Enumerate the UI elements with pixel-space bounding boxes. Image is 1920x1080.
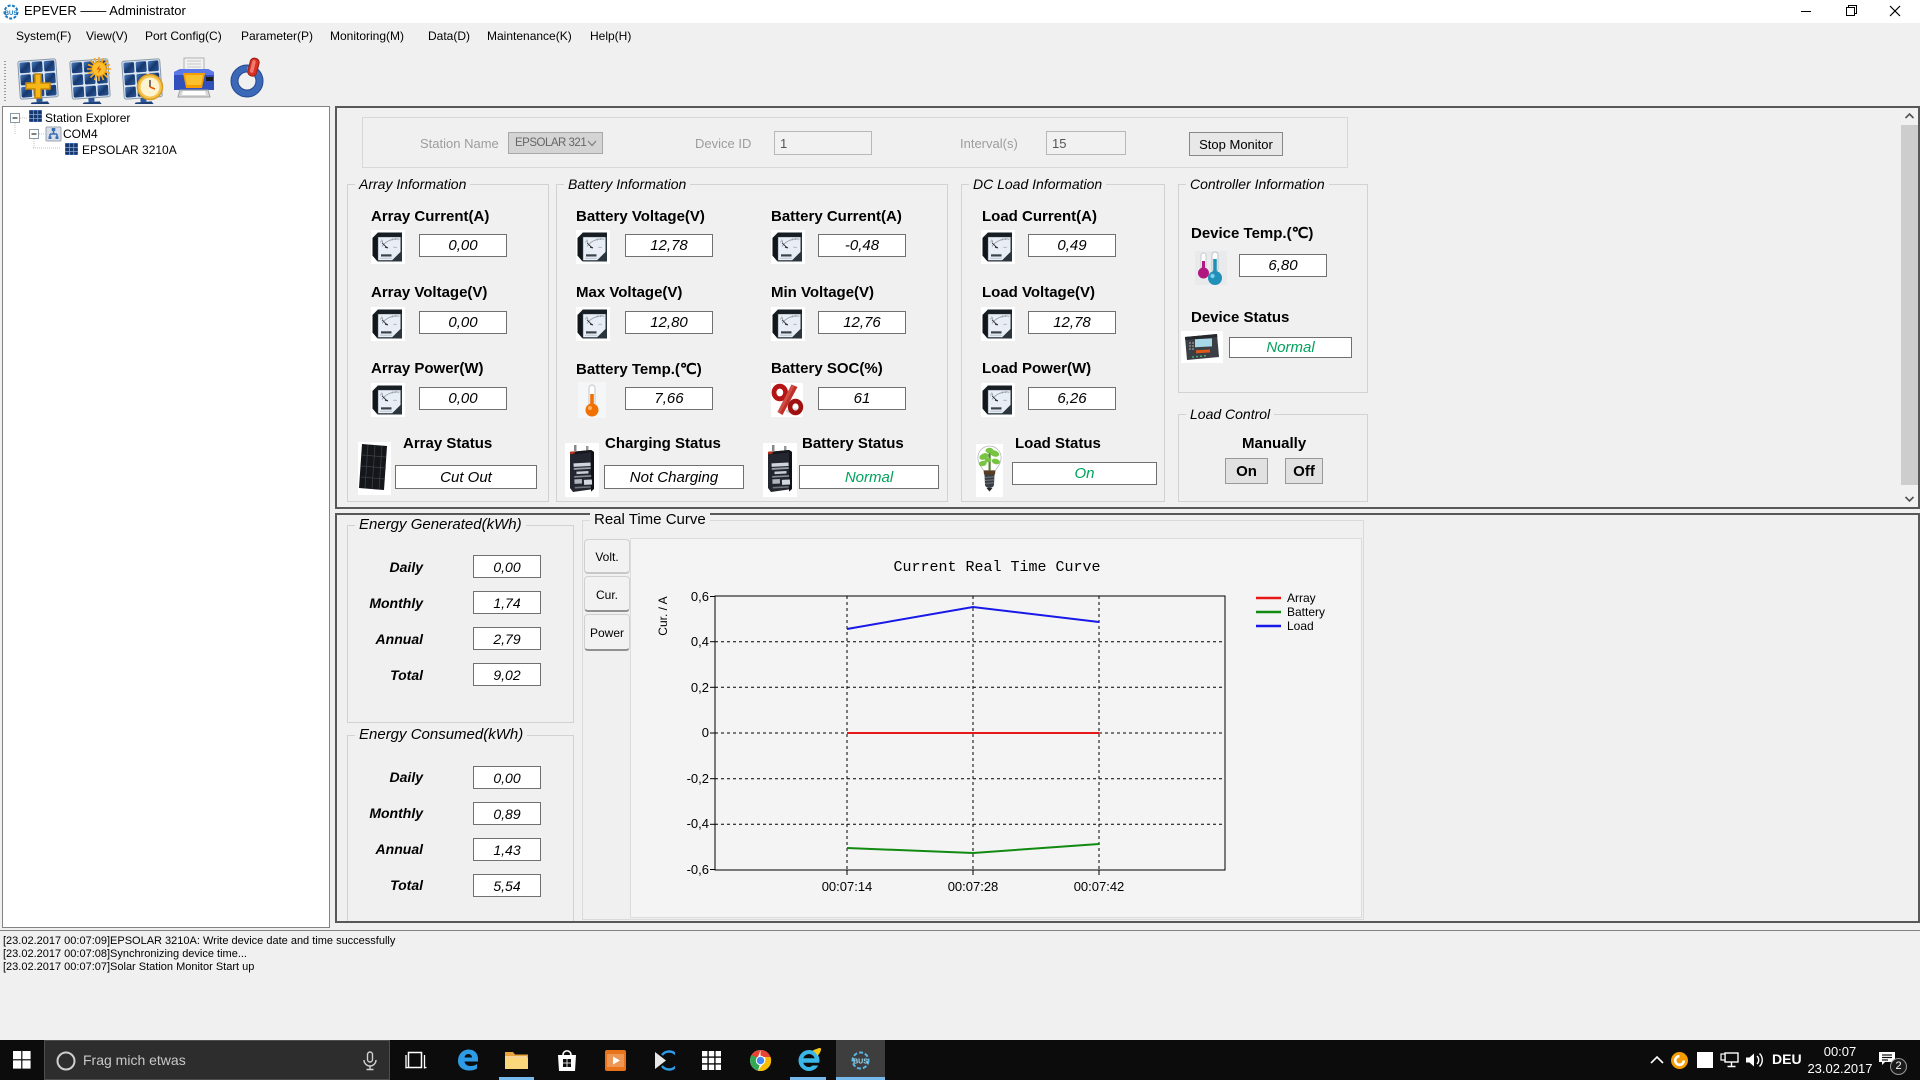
svg-text:00:07:42: 00:07:42 (1074, 879, 1125, 894)
svg-text:-0,2: -0,2 (687, 771, 709, 786)
svg-text:-0,6: -0,6 (687, 862, 709, 877)
svg-text:Current Real Time Curve: Current Real Time Curve (893, 559, 1100, 576)
svg-text:Battery: Battery (1287, 605, 1325, 619)
svg-text:00:07:28: 00:07:28 (948, 879, 999, 894)
svg-text:00:07:14: 00:07:14 (822, 879, 873, 894)
svg-text:0: 0 (702, 725, 709, 740)
svg-text:BUS: BUS (5, 11, 18, 17)
svg-text:0,2: 0,2 (691, 680, 709, 695)
svg-text:Array: Array (1287, 591, 1316, 605)
svg-text:0,4: 0,4 (691, 634, 709, 649)
svg-text:Load: Load (1287, 619, 1314, 633)
svg-text:Cur. / A: Cur. / A (656, 596, 670, 635)
svg-text:-0,4: -0,4 (687, 816, 709, 831)
svg-text:BUS: BUS (853, 1059, 868, 1066)
svg-text:0,6: 0,6 (691, 589, 709, 604)
